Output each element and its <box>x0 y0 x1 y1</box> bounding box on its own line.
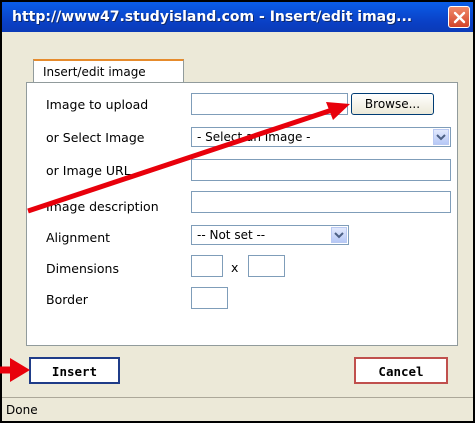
dimensions-label: Dimensions <box>46 261 119 276</box>
window-title: http://www47.studyisland.com - Insert/ed… <box>12 9 413 25</box>
select-image-label: or Select Image <box>46 130 145 145</box>
border-label: Border <box>46 292 88 307</box>
close-button[interactable] <box>448 6 470 28</box>
title-bar: http://www47.studyisland.com - Insert/ed… <box>2 2 473 32</box>
image-url-label: or Image URL <box>46 163 131 178</box>
alignment-label: Alignment <box>46 230 111 245</box>
form-panel <box>26 82 458 346</box>
dimensions-separator: x <box>231 260 239 275</box>
height-field[interactable] <box>248 255 285 277</box>
select-image-dropdown[interactable]: - Select an Image - <box>191 127 451 147</box>
image-to-upload-label: Image to upload <box>46 97 149 112</box>
alignment-dropdown[interactable]: -- Not set -- <box>191 225 349 245</box>
image-url-field[interactable] <box>191 159 451 181</box>
image-description-label: Image description <box>46 199 159 214</box>
alignment-value: -- Not set -- <box>197 228 266 242</box>
chevron-down-icon[interactable] <box>331 227 347 243</box>
border-field[interactable] <box>191 287 228 309</box>
width-field[interactable] <box>191 255 223 277</box>
close-icon <box>453 11 466 24</box>
image-upload-field[interactable] <box>191 93 348 115</box>
insert-button[interactable]: Insert <box>29 357 120 384</box>
image-description-field[interactable] <box>191 191 451 213</box>
dialog-window: http://www47.studyisland.com - Insert/ed… <box>0 0 475 423</box>
browse-button[interactable]: Browse... <box>351 93 434 115</box>
chevron-down-icon[interactable] <box>433 129 449 145</box>
cancel-button[interactable]: Cancel <box>354 357 448 384</box>
tab-insert-edit-image[interactable]: Insert/edit image <box>33 59 184 82</box>
status-bar: Done <box>2 397 473 421</box>
select-image-value: - Select an Image - <box>197 130 311 144</box>
